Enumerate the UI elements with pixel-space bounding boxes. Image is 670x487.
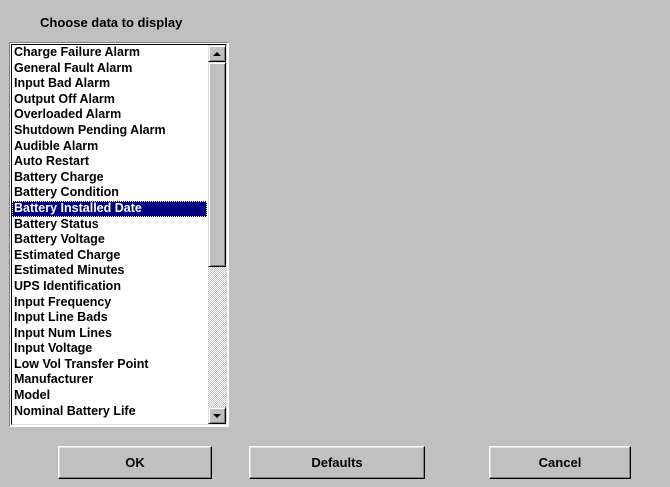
list-item[interactable]: Input Voltage bbox=[12, 341, 207, 357]
list-item[interactable]: Shutdown Pending Alarm bbox=[12, 123, 207, 139]
list-item[interactable]: Low Vol Transfer Point bbox=[12, 357, 207, 373]
list-item[interactable]: Battery Condition bbox=[12, 185, 207, 201]
list-item[interactable]: Nominal Battery Life bbox=[12, 404, 207, 420]
list-item[interactable]: Auto Restart bbox=[12, 154, 207, 170]
arrow-down-icon bbox=[213, 413, 221, 418]
list-item[interactable]: UPS Identification bbox=[12, 279, 207, 295]
defaults-button[interactable]: Defaults bbox=[249, 446, 425, 479]
data-listbox[interactable]: Charge Failure Alarm General Fault Alarm… bbox=[9, 42, 229, 427]
list-item[interactable]: Audible Alarm bbox=[12, 139, 207, 155]
list-item-selected[interactable]: Battery Installed Date bbox=[12, 200, 207, 217]
list-item[interactable]: Estimated Charge bbox=[12, 248, 207, 264]
list-item[interactable]: Input Bad Alarm bbox=[12, 76, 207, 92]
list-item[interactable]: Overloaded Alarm bbox=[12, 107, 207, 123]
list-item[interactable]: Model bbox=[12, 388, 207, 404]
list-item[interactable]: Output Off Alarm bbox=[12, 92, 207, 108]
list-item[interactable]: Battery Charge bbox=[12, 170, 207, 186]
dialog-title: Choose data to display bbox=[40, 15, 183, 30]
list-item[interactable]: Battery Voltage bbox=[12, 232, 207, 248]
scroll-up-button[interactable] bbox=[208, 45, 226, 62]
scroll-thumb[interactable] bbox=[208, 62, 226, 267]
ok-button[interactable]: OK bbox=[58, 446, 212, 479]
list-item[interactable]: Manufacturer bbox=[12, 372, 207, 388]
list-item[interactable]: Input Line Bads bbox=[12, 310, 207, 326]
list-item[interactable]: General Fault Alarm bbox=[12, 61, 207, 77]
list-item[interactable]: Input Num Lines bbox=[12, 326, 207, 342]
list-item[interactable]: Charge Failure Alarm bbox=[12, 45, 207, 61]
listbox-items: Charge Failure Alarm General Fault Alarm… bbox=[12, 45, 207, 419]
list-item[interactable]: Input Frequency bbox=[12, 295, 207, 311]
listbox-frame: Charge Failure Alarm General Fault Alarm… bbox=[11, 44, 227, 425]
list-item[interactable]: Estimated Minutes bbox=[12, 263, 207, 279]
scroll-down-button[interactable] bbox=[208, 407, 226, 424]
list-item[interactable]: Battery Status bbox=[12, 217, 207, 233]
cancel-button[interactable]: Cancel bbox=[489, 446, 631, 479]
arrow-up-icon bbox=[213, 51, 221, 56]
listbox-scrollbar[interactable] bbox=[208, 45, 226, 424]
